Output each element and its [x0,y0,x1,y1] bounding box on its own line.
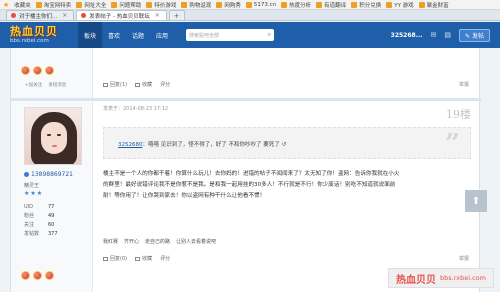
thread-content: +加关注 发短消息 回复(1) 收藏 评分 举报 13898869721 精灵王… [10,48,481,292]
quoted-user-link[interactable]: 3252680 [118,142,143,148]
favorite-item[interactable]: 5173.cn [245,1,276,8]
medal-icon [33,271,42,280]
post-actions: 回复(0) 收藏 评分 [103,255,170,262]
favorites-star-icon[interactable]: ★ [3,1,9,9]
prev-post-actions: 回复(1) 收藏 评分 [103,81,170,88]
tab-thread[interactable]: 对于楼主你们... × [6,10,75,20]
report-link[interactable]: 举报 [459,255,469,262]
favorite-item[interactable]: 热度分析 [281,1,311,9]
post-signature: 我红赛 齐开心 走自己的路 让别人去看着说吧 [103,239,217,245]
favorite-item[interactable]: 有道翻译 [316,1,346,9]
reply-button[interactable]: 回复(0) [103,255,127,262]
back-to-top-button[interactable]: ⬆ [465,190,487,212]
post-timestamp: 发表于：2014-08-23 17:12 [103,106,169,112]
main-nav: 板块 喜欢 话题 应用 [78,22,174,48]
quoted-text: 嘻嘻 见识到了，怪不得了，好了 不和你吵吵了 要死了 [148,142,280,148]
nav-likes[interactable]: 喜欢 [102,22,126,48]
favorite-item[interactable]: 网购秀 [216,1,241,9]
search-icon[interactable]: ⌕ [268,31,271,39]
username[interactable]: 325268... [391,32,423,39]
favorite-item[interactable]: 特价游戏 [146,1,176,9]
nav-apps[interactable]: 应用 [150,22,174,48]
star-icon: ★ [24,190,30,197]
site-header: 热血贝贝 bbs.rxbei.com 板块 喜欢 话题 应用 搜索贴吧全部 ⌕ … [0,22,500,48]
close-tab-icon[interactable]: × [62,12,67,19]
user-stats: UID 77 粉丝 49 关注 60 发帖数 377 [24,203,58,238]
favorite-icon [135,256,141,261]
new-post-button[interactable]: ✎ 发帖 [459,28,490,42]
gender-icon [24,172,29,177]
favorite-item[interactable]: YY 游戏 [386,1,414,9]
favorite-icon [135,82,141,87]
favorite-item[interactable]: 聚金财富 [418,1,449,9]
site-icon [216,1,223,8]
site-icon [351,1,358,8]
site-icon [76,1,83,8]
close-tab-icon[interactable]: × [155,12,160,19]
star-icon: ★ [36,190,43,197]
follow-link[interactable]: +加关注 [25,82,42,88]
quote-block: 3252680：嘻嘻 见识到了，怪不得了，好了 不和你吵吵了 要死了 ↺ ” [103,127,471,159]
site-icon [418,1,425,8]
rate-button[interactable]: 评分 [160,81,170,88]
site-watermark: 热血贝贝 bbs.rxbei.com [388,268,494,288]
reply-icon [103,82,108,87]
rank-stars: ★ ★ ★ [24,190,42,197]
medal-icon [21,271,30,280]
reply-arrow-icon[interactable]: ↺ [282,142,287,148]
new-tab-button[interactable]: + [168,10,185,20]
reply-icon [103,256,108,261]
favorite-item[interactable]: 问题帮助 [111,1,141,9]
user-sidebar: 13898869721 精灵王 ★ ★ ★ UID 77 粉丝 49 关注 60 发帖… [11,101,93,292]
arrow-up-icon: ⬆ [471,195,481,207]
user-rank: 精灵王 [24,183,40,189]
site-icon [386,1,393,8]
site-favicon-icon [81,13,87,18]
reply-button[interactable]: 回复(1) [103,81,127,88]
search-input[interactable]: 搜索贴吧全部 ⌕ [186,29,274,41]
rate-button[interactable]: 评分 [160,255,170,262]
message-link[interactable]: 发短消息 [48,82,66,88]
star-icon: ★ [30,190,36,197]
quote-mark-icon: ” [445,129,460,159]
nav-boards[interactable]: 板块 [78,22,102,48]
site-icon [281,1,288,8]
favorites-bar: ★ 收藏夹 淘宝网特卖 网址大全 问题帮助 特价游戏 购物返现 网购秀 5173… [0,0,500,10]
site-icon [35,1,42,8]
favorite-item[interactable]: 购物返现 [181,1,211,9]
notification-icon[interactable]: ▤ [444,31,451,39]
nav-topics[interactable]: 话题 [126,22,150,48]
medal-icon [33,66,42,75]
floor-number: 19楼 [446,108,471,121]
medal-icon [45,66,54,75]
favorite-button[interactable]: 收藏 [135,255,152,262]
favorites-label[interactable]: 收藏夹 [14,1,31,9]
prev-user-sidebar: +加关注 发短消息 [11,48,93,98]
site-icon [245,1,252,8]
avatar[interactable] [24,107,82,165]
site-icon [181,1,188,8]
medal-icon [21,66,30,75]
user-name[interactable]: 13898869721 [24,171,73,178]
report-link[interactable]: 举报 [459,81,469,88]
site-icon [146,1,153,8]
favorite-item[interactable]: 网址大全 [76,1,106,9]
site-favicon-icon [11,13,16,18]
post: 发表于：2014-08-23 17:12 19楼 3252680：嘻嘻 见识到了… [103,101,471,292]
post-body: 楼主不是一个人的你都干着！你算什么玩儿！去你妈的！进错的帖子不闻闻来了？太无知了… [103,171,400,199]
site-logo[interactable]: 热血贝贝 bbs.rxbei.com [10,24,72,46]
site-icon [316,1,323,8]
message-icon[interactable]: ✉ [431,31,437,39]
medal-list [21,66,54,75]
favorite-button[interactable]: 收藏 [135,81,152,88]
favorite-item[interactable]: 积分兑换 [351,1,381,9]
medal-icon [45,271,54,280]
tab-post[interactable]: 发表帖子 - 热血贝贝联坛 × [76,10,167,20]
medal-list [21,271,54,280]
browser-tab-bar: 对于楼主你们... × 发表帖子 - 热血贝贝联坛 × + [0,10,500,21]
site-icon [111,1,118,8]
favorite-item[interactable]: 淘宝网特卖 [35,1,71,9]
